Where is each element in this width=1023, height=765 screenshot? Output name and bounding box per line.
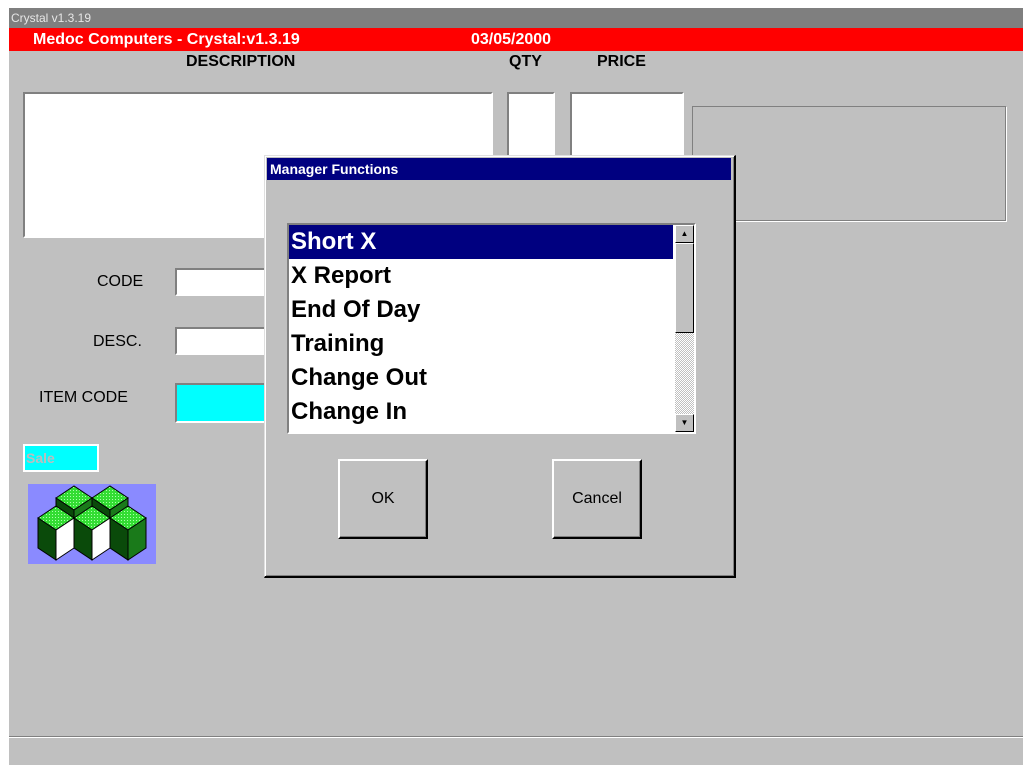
dialog-titlebar: Manager Functions [267, 158, 731, 180]
scroll-up-button[interactable]: ▲ [675, 225, 694, 243]
dialog-title: Manager Functions [270, 161, 399, 177]
list-items: Short XX Report End Of Day Training Change … [289, 225, 673, 429]
down-arrow-icon: ▼ [680, 418, 689, 427]
header-date: 03/05/2000 [471, 31, 552, 48]
cancel-button[interactable]: Cancel [552, 459, 642, 539]
desc-label: DESC. [93, 333, 142, 350]
code-label: CODE [97, 273, 144, 290]
up-arrow-icon: ▲ [680, 229, 689, 238]
header-bar: Medoc Computers - Crystal:v1.3.19 03/05/… [9, 28, 1023, 51]
scrollbar-thumb[interactable] [675, 243, 694, 333]
status-bar [9, 736, 1023, 758]
window-titlebar: Crystal v1.3.19 [9, 8, 1023, 28]
list-item[interactable]: Change Out [289, 361, 673, 395]
list-item[interactable]: Short X [289, 225, 673, 259]
scroll-down-button[interactable]: ▼ [675, 414, 694, 432]
info-panel [692, 106, 1006, 221]
code-input[interactable] [175, 268, 275, 296]
item-code-input[interactable] [175, 383, 275, 423]
ok-button[interactable]: OK [338, 459, 428, 539]
app-window: Crystal v1.3.19 Medoc Computers - Crysta… [9, 8, 1023, 765]
manager-functions-dialog: Manager Functions Short XX Report End Of … [264, 155, 736, 578]
window-title: Crystal v1.3.19 [11, 11, 92, 25]
list-item[interactable]: Change In [289, 395, 673, 429]
qty-column-header: QTY [509, 53, 542, 70]
desc-input[interactable] [175, 327, 275, 355]
list-item[interactable]: End Of Day [289, 293, 673, 327]
mode-indicator: Sale [23, 444, 99, 472]
manager-functions-list[interactable]: Short XX Report End Of Day Training Change … [287, 223, 696, 434]
green-cubes-logo-graphic [37, 485, 147, 561]
header-title: Medoc Computers - Crystal:v1.3.19 [33, 31, 300, 48]
green-cubes-logo [28, 484, 156, 564]
item-code-label: ITEM CODE [39, 389, 128, 406]
list-scrollbar[interactable]: ▲ ▼ [675, 225, 694, 432]
list-item[interactable]: X Report [289, 259, 673, 293]
list-item[interactable]: Training [289, 327, 673, 361]
description-column-header: DESCRIPTION [186, 53, 296, 70]
price-column-header: PRICE [597, 53, 646, 70]
